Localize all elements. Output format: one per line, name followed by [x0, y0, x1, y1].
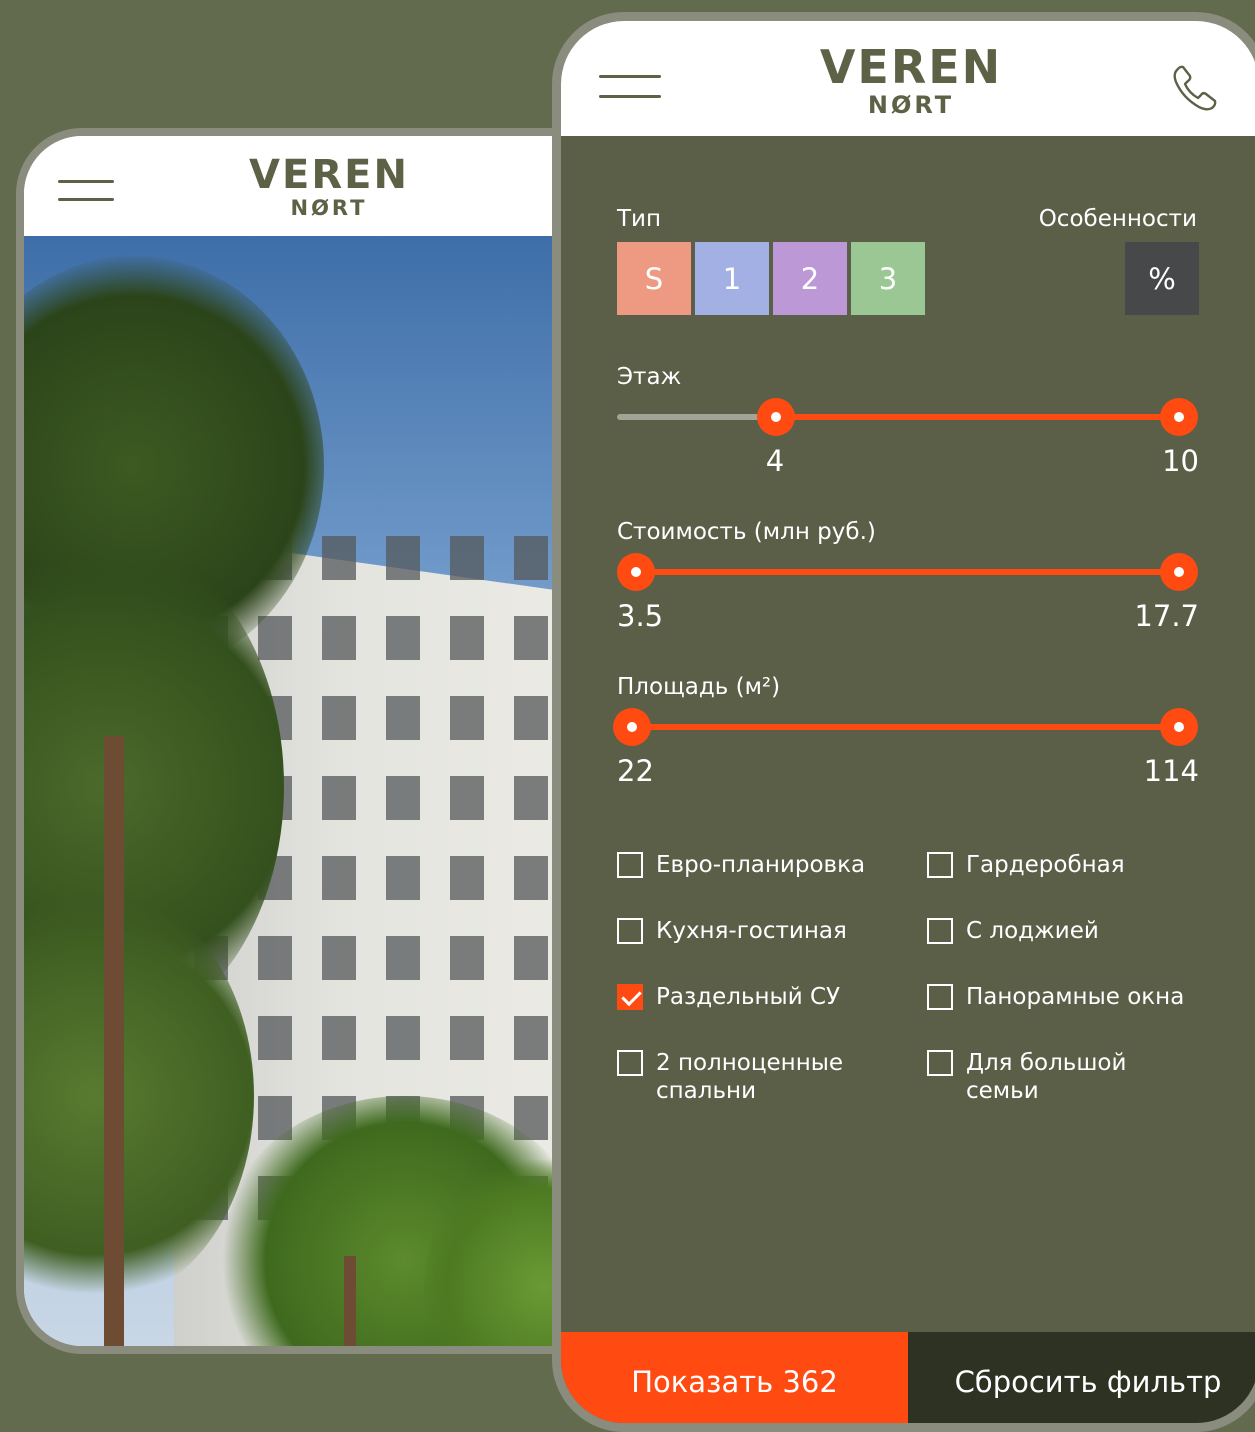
- floor-label: Этаж: [617, 364, 682, 390]
- phone-mockup-home: VEREN NØRT: [16, 128, 616, 1354]
- type-label: Тип: [617, 206, 662, 232]
- type-button-3[interactable]: 3: [851, 242, 925, 315]
- area-slider[interactable]: [613, 708, 1198, 746]
- area-max-handle[interactable]: [1160, 708, 1198, 746]
- type-button-s[interactable]: S: [617, 242, 691, 315]
- price-max-value: 17.7: [1134, 599, 1199, 633]
- header: VEREN NØRT: [561, 21, 1255, 136]
- type-button-2[interactable]: 2: [773, 242, 847, 315]
- price-min-handle[interactable]: [617, 553, 656, 591]
- price-slider[interactable]: [617, 553, 1198, 591]
- logo[interactable]: VEREN NØRT: [224, 154, 434, 220]
- show-results-button[interactable]: Показать 362: [561, 1332, 908, 1423]
- building-photo: [24, 236, 608, 1346]
- price-label: Стоимость (млн руб.): [617, 519, 876, 545]
- checkbox-label: Евро-планировка: [656, 852, 866, 878]
- area-min-value: 22: [617, 754, 654, 788]
- logo[interactable]: VEREN NØRT: [801, 43, 1021, 119]
- phone-icon[interactable]: [1169, 61, 1221, 113]
- checkbox-label: Кухня-гостиная: [656, 918, 847, 944]
- floor-max-value: 10: [1162, 444, 1199, 478]
- floor-min-handle[interactable]: [757, 398, 796, 436]
- features-label: Особенности: [1038, 206, 1197, 232]
- type-button-1[interactable]: 1: [695, 242, 769, 315]
- checkbox-separate-bathroom[interactable]: [617, 984, 643, 1010]
- checkbox-panoramic-windows[interactable]: [927, 984, 953, 1010]
- floor-slider[interactable]: [617, 398, 1198, 436]
- logo-sub: NØRT: [867, 91, 955, 119]
- reset-filter-button[interactable]: Сбросить фильтр: [908, 1332, 1255, 1423]
- area-min-handle[interactable]: [613, 708, 652, 746]
- checkbox-label: Гардеробная: [966, 852, 1125, 878]
- checkbox-label: С лоджией: [966, 918, 1099, 944]
- discount-button[interactable]: %: [1125, 242, 1199, 315]
- checkbox-wardrobe[interactable]: [927, 852, 953, 878]
- logo-name: VEREN: [819, 40, 1003, 94]
- checkbox-label: Панорамные окна: [966, 984, 1185, 1010]
- checkbox-loggia[interactable]: [927, 918, 953, 944]
- checkbox-two-bedrooms[interactable]: [617, 1050, 643, 1076]
- checkbox-label: Раздельный СУ: [656, 984, 841, 1010]
- logo-name: VEREN: [249, 152, 409, 198]
- checkbox-kitchen-living[interactable]: [617, 918, 643, 944]
- checkbox-label: 2 полноценные спальни: [656, 1050, 844, 1104]
- price-min-value: 3.5: [617, 599, 664, 633]
- checkbox-euro-layout[interactable]: [617, 852, 643, 878]
- checkbox-large-family[interactable]: [927, 1050, 953, 1076]
- menu-icon[interactable]: [599, 69, 661, 103]
- header: VEREN NØRT: [24, 136, 608, 236]
- checkbox-label: Для большой семьи: [966, 1050, 1127, 1104]
- phone-mockup-filter: VEREN NØRT Тип Особенности S 1 2 3 % Эта…: [552, 12, 1255, 1432]
- price-max-handle[interactable]: [1160, 553, 1198, 591]
- logo-sub: NØRT: [290, 196, 368, 220]
- floor-min-value: 4: [765, 444, 785, 478]
- area-label: Площадь (м²): [617, 674, 781, 700]
- area-max-value: 114: [1143, 754, 1199, 788]
- menu-icon[interactable]: [58, 174, 114, 204]
- floor-max-handle[interactable]: [1160, 398, 1198, 436]
